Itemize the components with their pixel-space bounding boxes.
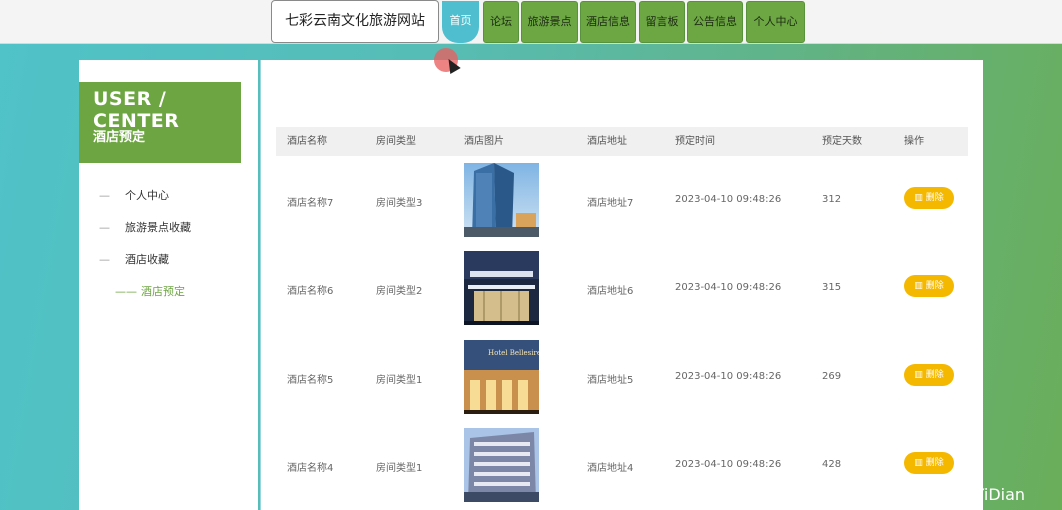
room-type-cell: 房间类型1 (376, 463, 423, 474)
room-type-cell: 房间类型1 (376, 375, 423, 386)
sidebar-item-user-center[interactable]: — 个人中心 (99, 187, 169, 203)
delete-label: 删除 (925, 193, 944, 203)
booking-days-cell: 269 (822, 371, 842, 382)
active-dash-icon: —— (115, 285, 137, 298)
sidebar: USER / CENTER 酒店预定 — 个人中心 — 旅游景点收藏 — 酒店收藏 —… (79, 60, 258, 510)
dash-icon: — (99, 221, 110, 234)
nav-message-board[interactable]: 留言板 (639, 1, 685, 43)
column-header: 酒店地址 (587, 136, 627, 147)
column-header: 预定时间 (675, 136, 715, 147)
booking-days-cell: 315 (822, 282, 842, 293)
booking-days-cell: 312 (822, 194, 842, 205)
nav-forum[interactable]: 论坛 (483, 1, 519, 43)
nav-announcements[interactable]: 公告信息 (687, 1, 743, 43)
dash-icon: — (99, 253, 110, 266)
booking-time-cell: 2023-04-10 09:48:26 (675, 194, 782, 205)
sidebar-subtitle: 酒店预定 (93, 130, 146, 145)
delete-label: 删除 (925, 281, 944, 291)
column-header: 房间类型 (376, 136, 416, 147)
delete-label: 删除 (925, 458, 944, 468)
table-row: 酒店名称6 房间类型2 酒店地址6 2023-04-10 09:48:26 31… (276, 251, 968, 339)
address-cell: 酒店地址6 (587, 286, 634, 297)
table-row: 酒店名称7 房间类型3 酒店地址7 2023-04-10 09:48:26 31… (276, 163, 968, 251)
column-header: 酒店名称 (287, 136, 327, 147)
sidebar-item-hotel-favorites[interactable]: — 酒店收藏 (99, 251, 169, 267)
dash-icon: — (99, 189, 110, 202)
nav-user-center[interactable]: 个人中心 (746, 1, 805, 43)
sidebar-item-label: 旅游景点收藏 (125, 221, 191, 234)
sidebar-item-label: 个人中心 (125, 189, 169, 202)
top-nav-bar: 七彩云南文化旅游网站 首页 论坛 旅游景点 酒店信息 留言板 公告信息 个人中心 (0, 0, 1062, 44)
bellesire-sign: Hotel Bellesire (488, 349, 539, 357)
trash-icon: ▥ (914, 370, 923, 380)
table-header: 酒店名称 房间类型 酒店图片 酒店地址 预定时间 预定天数 操作 (276, 127, 968, 156)
nav-home[interactable]: 首页 (442, 1, 479, 43)
hotel-name-cell: 酒店名称6 (287, 286, 334, 297)
hotel-bellesire-photo: Hotel Bellesire (464, 340, 539, 414)
address-cell: 酒店地址5 (587, 375, 634, 386)
delete-button[interactable]: ▥ 删除 (904, 187, 954, 209)
watermark: CSDN @计算机YiDian (860, 485, 1026, 504)
sidebar-item-label: 酒店预定 (141, 285, 185, 298)
trash-icon: ▥ (914, 458, 923, 468)
site-title[interactable]: 七彩云南文化旅游网站 (271, 0, 439, 43)
address-cell: 酒店地址4 (587, 463, 634, 474)
delete-button[interactable]: ▥ 删除 (904, 275, 954, 297)
column-header: 预定天数 (822, 136, 862, 147)
delete-button[interactable]: ▥ 删除 (904, 364, 954, 386)
hotel-tower-photo (464, 163, 539, 237)
delete-button[interactable]: ▥ 删除 (904, 452, 954, 474)
trash-icon: ▥ (914, 281, 923, 291)
nav-attractions[interactable]: 旅游景点 (521, 1, 578, 43)
booking-time-cell: 2023-04-10 09:48:26 (675, 459, 782, 470)
booking-days-cell: 428 (822, 459, 842, 470)
room-type-cell: 房间类型2 (376, 286, 423, 297)
hotel-name-cell: 酒店名称4 (287, 463, 334, 474)
booking-time-cell: 2023-04-10 09:48:26 (675, 282, 782, 293)
column-header: 操作 (904, 136, 924, 147)
booking-time-cell: 2023-04-10 09:48:26 (675, 371, 782, 382)
hotel-name-cell: 酒店名称5 (287, 375, 334, 386)
sidebar-item-hotel-booking[interactable]: —— 酒店预定 (115, 283, 185, 299)
room-type-cell: 房间类型3 (376, 198, 423, 209)
hotel-entrance-photo (464, 251, 539, 325)
sidebar-item-label: 酒店收藏 (125, 253, 169, 266)
nav-hotels[interactable]: 酒店信息 (580, 1, 636, 43)
hotel-name-cell: 酒店名称7 (287, 198, 334, 209)
sidebar-item-attraction-favorites[interactable]: — 旅游景点收藏 (99, 219, 191, 235)
main-panel: 酒店名称 房间类型 酒店图片 酒店地址 预定时间 预定天数 操作 酒店名称7 房… (260, 60, 983, 510)
delete-label: 删除 (925, 370, 944, 380)
sidebar-header: USER / CENTER 酒店预定 (79, 82, 241, 163)
column-header: 酒店图片 (464, 136, 504, 147)
table-row: 酒店名称5 房间类型1 Hotel Bellesire 酒店地址5 2023-0… (276, 340, 968, 428)
address-cell: 酒店地址7 (587, 198, 634, 209)
trash-icon: ▥ (914, 193, 923, 203)
hotel-building-photo (464, 428, 539, 502)
